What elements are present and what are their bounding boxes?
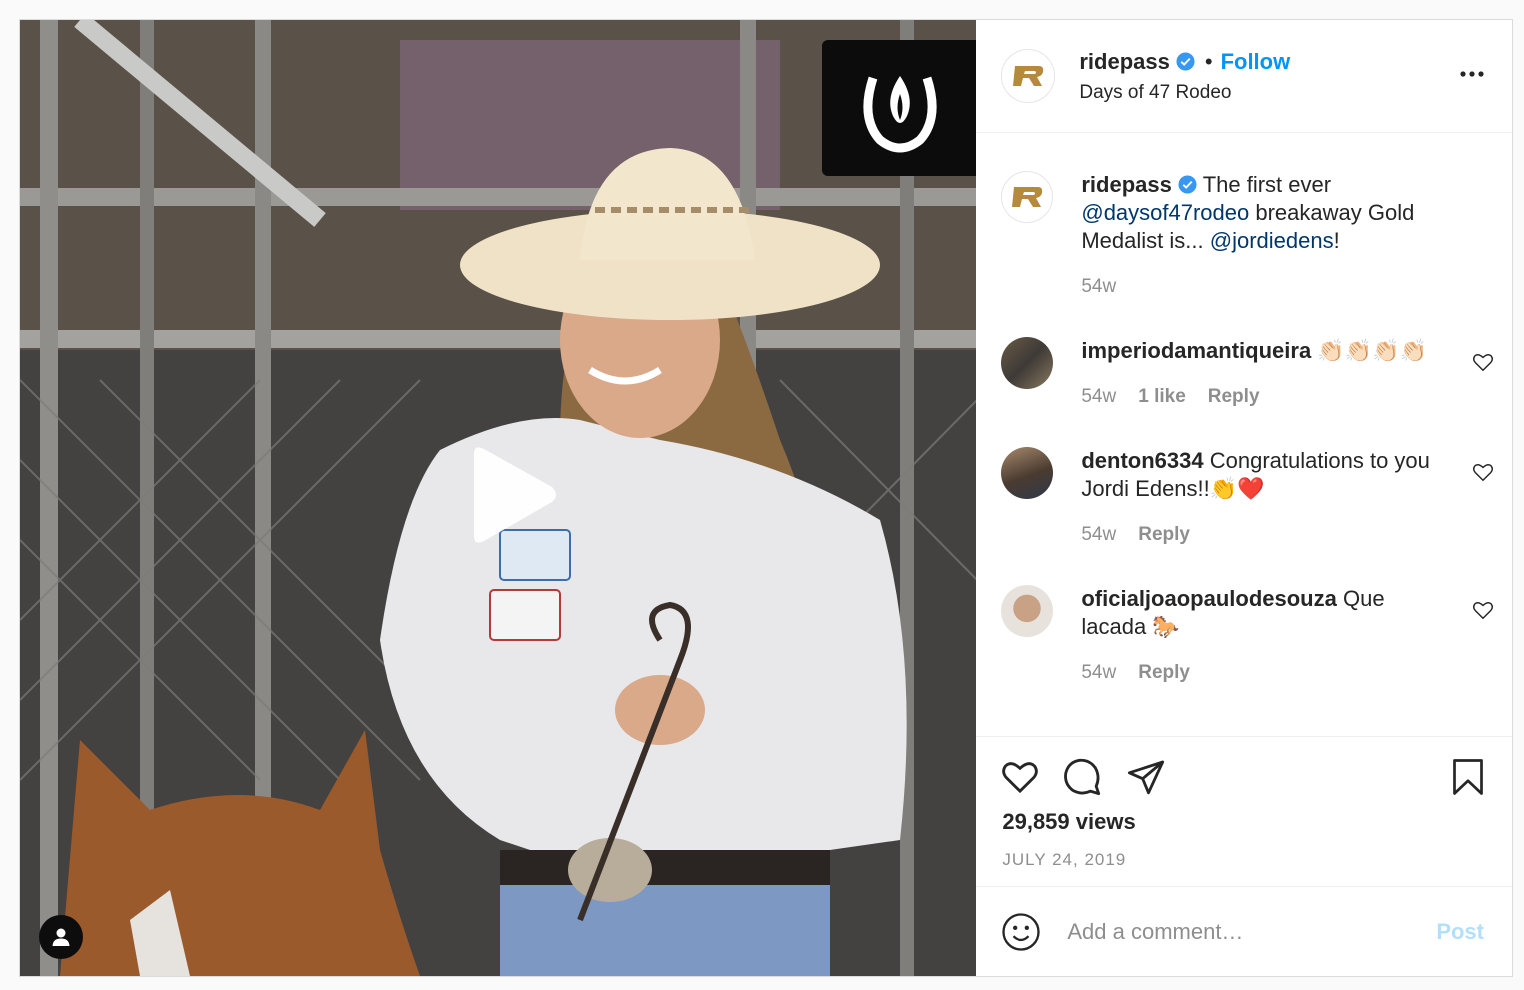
comment-row: oficialjoaopaulodesouza Que lacada 🐎 54w… xyxy=(976,585,1512,687)
caption-time[interactable]: 54w xyxy=(1081,273,1116,301)
comment-username[interactable]: denton6334 xyxy=(1081,448,1203,473)
bookmark-icon[interactable] xyxy=(1450,757,1486,797)
comment-like-heart-icon[interactable] xyxy=(1472,461,1494,483)
person-icon xyxy=(52,928,70,946)
verified-badge-icon xyxy=(1176,52,1195,71)
comment-row: denton6334 Congratulations to you Jordi … xyxy=(976,447,1512,549)
brand-badge: SLC xyxy=(822,40,977,176)
caption-text-3: ! xyxy=(1333,228,1340,253)
comment-input[interactable] xyxy=(1067,918,1408,945)
post-date[interactable]: JULY 24, 2019 xyxy=(1002,850,1126,870)
location-link[interactable]: Days of 47 Rodeo xyxy=(1079,82,1290,104)
comment-avatar[interactable] xyxy=(1001,337,1054,389)
comment-likes[interactable]: 1 like xyxy=(1138,383,1186,411)
ridepass-logo-icon xyxy=(1012,187,1043,207)
comment-username[interactable]: oficialjoaopaulodesouza xyxy=(1081,586,1336,611)
caption-username[interactable]: ridepass xyxy=(1081,172,1172,197)
add-comment-bar: Post xyxy=(976,886,1512,976)
post-actions: 29,859 views JULY 24, 2019 xyxy=(976,736,1512,886)
reply-button[interactable]: Reply xyxy=(1138,521,1190,549)
post-comment-button[interactable]: Post xyxy=(1436,919,1484,945)
comment-avatar[interactable] xyxy=(1001,585,1054,637)
paper-plane-icon[interactable] xyxy=(1126,757,1166,797)
comment-time[interactable]: 54w xyxy=(1081,383,1116,411)
caption-avatar[interactable] xyxy=(1001,171,1054,223)
tagged-users-button[interactable] xyxy=(39,915,83,959)
comment-time[interactable]: 54w xyxy=(1081,521,1116,549)
post-container: SLC ridepass • Follow Days of 47 Rodeo r… xyxy=(19,19,1513,977)
caption-text-1: The first ever xyxy=(1202,172,1332,197)
separator-dot: • xyxy=(1204,48,1213,74)
caption-mention-1[interactable]: @daysof47rodeo xyxy=(1081,200,1249,225)
smiley-icon[interactable] xyxy=(1001,912,1041,952)
post-sidebar: ridepass • Follow Days of 47 Rodeo ridep… xyxy=(976,20,1512,976)
comment-avatar[interactable] xyxy=(1001,447,1054,499)
post-header: ridepass • Follow Days of 47 Rodeo xyxy=(976,20,1512,133)
views-count[interactable]: 29,859 views xyxy=(1002,809,1135,835)
heart-icon[interactable] xyxy=(1000,757,1040,797)
more-horizontal-icon[interactable] xyxy=(1458,64,1486,84)
horseshoe-flame-logo-icon: SLC xyxy=(862,76,937,153)
comment-like-heart-icon[interactable] xyxy=(1472,599,1494,621)
post-video[interactable]: SLC xyxy=(20,20,977,976)
play-icon xyxy=(474,447,556,543)
reply-button[interactable]: Reply xyxy=(1208,383,1260,411)
comment-time[interactable]: 54w xyxy=(1081,659,1116,687)
caption-row: ridepass The first ever @daysof47rodeo b… xyxy=(976,171,1512,301)
comment-text: 👏🏻👏🏻👏🏻👏🏻 xyxy=(1317,338,1427,363)
account-avatar[interactable] xyxy=(1001,49,1056,103)
comments-list[interactable]: ridepass The first ever @daysof47rodeo b… xyxy=(976,133,1512,736)
caption-mention-2[interactable]: @jordiedens xyxy=(1210,228,1334,253)
verified-badge-icon xyxy=(1178,175,1197,194)
play-button[interactable] xyxy=(452,440,562,550)
comment-like-heart-icon[interactable] xyxy=(1472,351,1494,373)
comment-username[interactable]: imperiodamantiqueira xyxy=(1081,338,1311,363)
reply-button[interactable]: Reply xyxy=(1138,659,1190,687)
ridepass-logo-icon xyxy=(1013,66,1044,86)
comment-bubble-icon[interactable] xyxy=(1062,757,1102,797)
badge-text: SLC xyxy=(891,142,910,152)
header-username[interactable]: ridepass xyxy=(1079,49,1170,75)
follow-button[interactable]: Follow xyxy=(1221,49,1291,75)
comment-row: imperiodamantiqueira 👏🏻👏🏻👏🏻👏🏻 54w 1 like… xyxy=(976,337,1512,411)
